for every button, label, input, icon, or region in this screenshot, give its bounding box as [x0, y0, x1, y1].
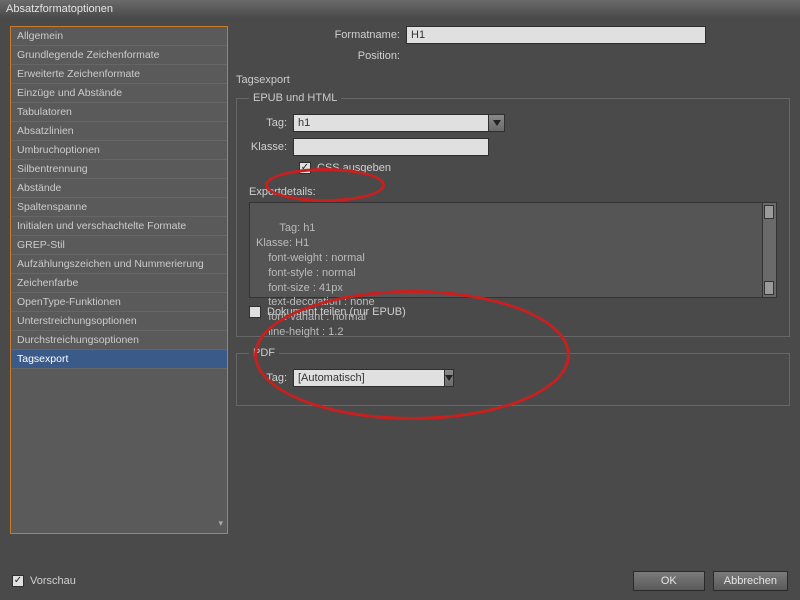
chevron-down-icon [445, 375, 453, 381]
sidebar: AllgemeinGrundlegende ZeichenformateErwe… [10, 26, 228, 534]
sidebar-item-absatzlinien[interactable]: Absatzlinien [11, 122, 227, 141]
pdf-tag-dropdown[interactable] [293, 369, 425, 387]
position-label: Position: [296, 50, 406, 62]
sidebar-item-zeichenfarbe[interactable]: Zeichenfarbe [11, 274, 227, 293]
chevron-down-icon [493, 120, 501, 126]
title-bar: Absatzformatoptionen [0, 0, 800, 18]
css-output-checkbox[interactable]: ✓ CSS ausgeben [299, 162, 391, 174]
sidebar-item-tabulatoren[interactable]: Tabulatoren [11, 103, 227, 122]
sidebar-item-durchstreichungsoptionen[interactable]: Durchstreichungsoptionen [11, 331, 227, 350]
sidebar-item-einz-ge-und-abst-nde[interactable]: Einzüge und Abstände [11, 84, 227, 103]
sidebar-item-umbruchoptionen[interactable]: Umbruchoptionen [11, 141, 227, 160]
css-output-label: CSS ausgeben [317, 162, 391, 174]
main-panel: Formatname: Position: Tagsexport EPUB un… [236, 26, 790, 534]
sidebar-item-tagsexport[interactable]: Tagsexport [11, 350, 227, 369]
sidebar-item-allgemein[interactable]: Allgemein [11, 27, 227, 46]
window-title: Absatzformatoptionen [6, 3, 113, 15]
pdf-tag-input[interactable] [293, 369, 445, 387]
epub-class-input[interactable] [293, 138, 489, 156]
pdf-tag-label: Tag: [249, 372, 293, 384]
epub-tag-dropdown[interactable] [293, 114, 505, 132]
sidebar-item-grep-stil[interactable]: GREP-Stil [11, 236, 227, 255]
sidebar-item-abst-nde[interactable]: Abstände [11, 179, 227, 198]
sidebar-item-spaltenspanne[interactable]: Spaltenspanne [11, 198, 227, 217]
preview-label: Vorschau [30, 575, 76, 587]
export-details-label: Exportdetails: [249, 186, 777, 198]
formatname-input[interactable] [406, 26, 706, 44]
preview-checkbox[interactable]: ✓ Vorschau [12, 575, 76, 587]
epub-tag-dd-btn[interactable] [489, 114, 505, 132]
cancel-button[interactable]: Abbrechen [713, 571, 788, 591]
dialog-body: AllgemeinGrundlegende ZeichenformateErwe… [0, 18, 800, 542]
epub-html-legend: EPUB und HTML [249, 92, 341, 104]
scroll-down-thumb[interactable] [764, 281, 774, 295]
export-details-box: Tag: h1 Klasse: H1 font-weight : normal … [249, 202, 777, 298]
epub-tag-label: Tag: [249, 117, 293, 129]
pdf-group: PDF Tag: [236, 347, 790, 406]
details-scrollbar[interactable] [762, 203, 776, 297]
checkbox-box-icon: ✓ [299, 162, 311, 174]
export-details-text: Tag: h1 Klasse: H1 font-weight : normal … [256, 222, 375, 338]
epub-html-group: EPUB und HTML Tag: Klasse: ✓ CSS ausgebe… [236, 92, 790, 337]
sidebar-item-unterstreichungsoptionen[interactable]: Unterstreichungsoptionen [11, 312, 227, 331]
epub-tag-input[interactable] [293, 114, 489, 132]
sidebar-item-erweiterte-zeichenformate[interactable]: Erweiterte Zeichenformate [11, 65, 227, 84]
sidebar-item-initialen-und-verschachtelte-formate[interactable]: Initialen und verschachtelte Formate [11, 217, 227, 236]
ok-button[interactable]: OK [633, 571, 705, 591]
pdf-tag-dd-btn[interactable] [445, 369, 454, 387]
scroll-up-thumb[interactable] [764, 205, 774, 219]
epub-class-label: Klasse: [249, 141, 293, 153]
footer: ✓ Vorschau OK Abbrechen [0, 562, 800, 600]
formatname-label: Formatname: [296, 29, 406, 41]
sidebar-item-opentype-funktionen[interactable]: OpenType-Funktionen [11, 293, 227, 312]
checkbox-box-icon: ✓ [12, 575, 24, 587]
section-title: Tagsexport [236, 74, 790, 86]
sidebar-item-silbentrennung[interactable]: Silbentrennung [11, 160, 227, 179]
sidebar-item-aufz-hlungszeichen-und-nummerierung[interactable]: Aufzählungszeichen und Nummerierung [11, 255, 227, 274]
sidebar-item-grundlegende-zeichenformate[interactable]: Grundlegende Zeichenformate [11, 46, 227, 65]
